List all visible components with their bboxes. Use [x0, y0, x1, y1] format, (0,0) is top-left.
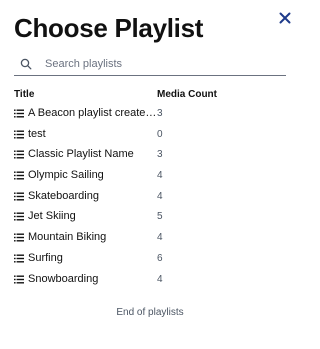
playlist-title: Mountain Biking — [28, 231, 107, 244]
list-icon — [14, 275, 24, 283]
list-icon — [14, 233, 24, 242]
search-input[interactable] — [45, 57, 275, 70]
media-count: 4 — [157, 232, 163, 244]
playlist-title: A Beacon playlist created... — [28, 107, 157, 119]
media-count: 4 — [157, 190, 163, 202]
list-icon — [14, 254, 24, 263]
playlist-title: Skateboarding — [28, 189, 99, 202]
playlist-title: Snowboarding — [28, 272, 99, 285]
media-count: 5 — [157, 211, 163, 223]
table-row[interactable]: Classic Playlist Name 3 — [14, 145, 286, 166]
list-icon — [14, 150, 24, 159]
close-button[interactable] — [276, 9, 294, 27]
table-row[interactable]: Snowboarding 4 — [14, 270, 286, 291]
media-count: 0 — [157, 128, 163, 140]
media-count: 3 — [157, 149, 163, 161]
column-header-media-count: Media Count — [157, 89, 217, 100]
page-title: Choose Playlist — [14, 13, 204, 43]
playlist-title: Classic Playlist Name — [28, 148, 134, 161]
table-row[interactable]: A Beacon playlist created... 3 — [14, 104, 286, 125]
playlist-title: test — [28, 127, 46, 140]
playlist-title: Olympic Sailing — [28, 169, 104, 182]
table-row[interactable]: Olympic Sailing 4 — [14, 166, 286, 187]
table-row[interactable]: Jet Skiing 5 — [14, 207, 286, 228]
table-row[interactable]: Mountain Biking 4 — [14, 228, 286, 249]
list-icon — [14, 171, 24, 180]
table-row[interactable]: test 0 — [14, 125, 286, 146]
playlist-title: Jet Skiing — [28, 210, 76, 223]
list-icon — [14, 212, 24, 221]
table-row[interactable]: Surfing 6 — [14, 249, 286, 270]
list-icon — [14, 192, 24, 201]
media-count: 6 — [157, 252, 163, 264]
media-count: 4 — [157, 273, 163, 285]
search-bar — [14, 52, 286, 76]
playlist-title: Surfing — [28, 251, 63, 264]
list-icon — [14, 109, 24, 118]
media-count: 4 — [157, 170, 163, 182]
search-icon — [20, 57, 34, 71]
list-icon — [14, 130, 24, 139]
playlist-list: A Beacon playlist created... 3 test 0 Cl… — [14, 104, 286, 290]
table-row[interactable]: Skateboarding 4 — [14, 187, 286, 208]
end-of-list-text: End of playlists — [116, 307, 184, 318]
media-count: 3 — [157, 108, 163, 119]
table-header: Title Media Count — [14, 89, 286, 103]
column-header-title: Title — [14, 89, 35, 100]
close-icon — [279, 12, 291, 24]
